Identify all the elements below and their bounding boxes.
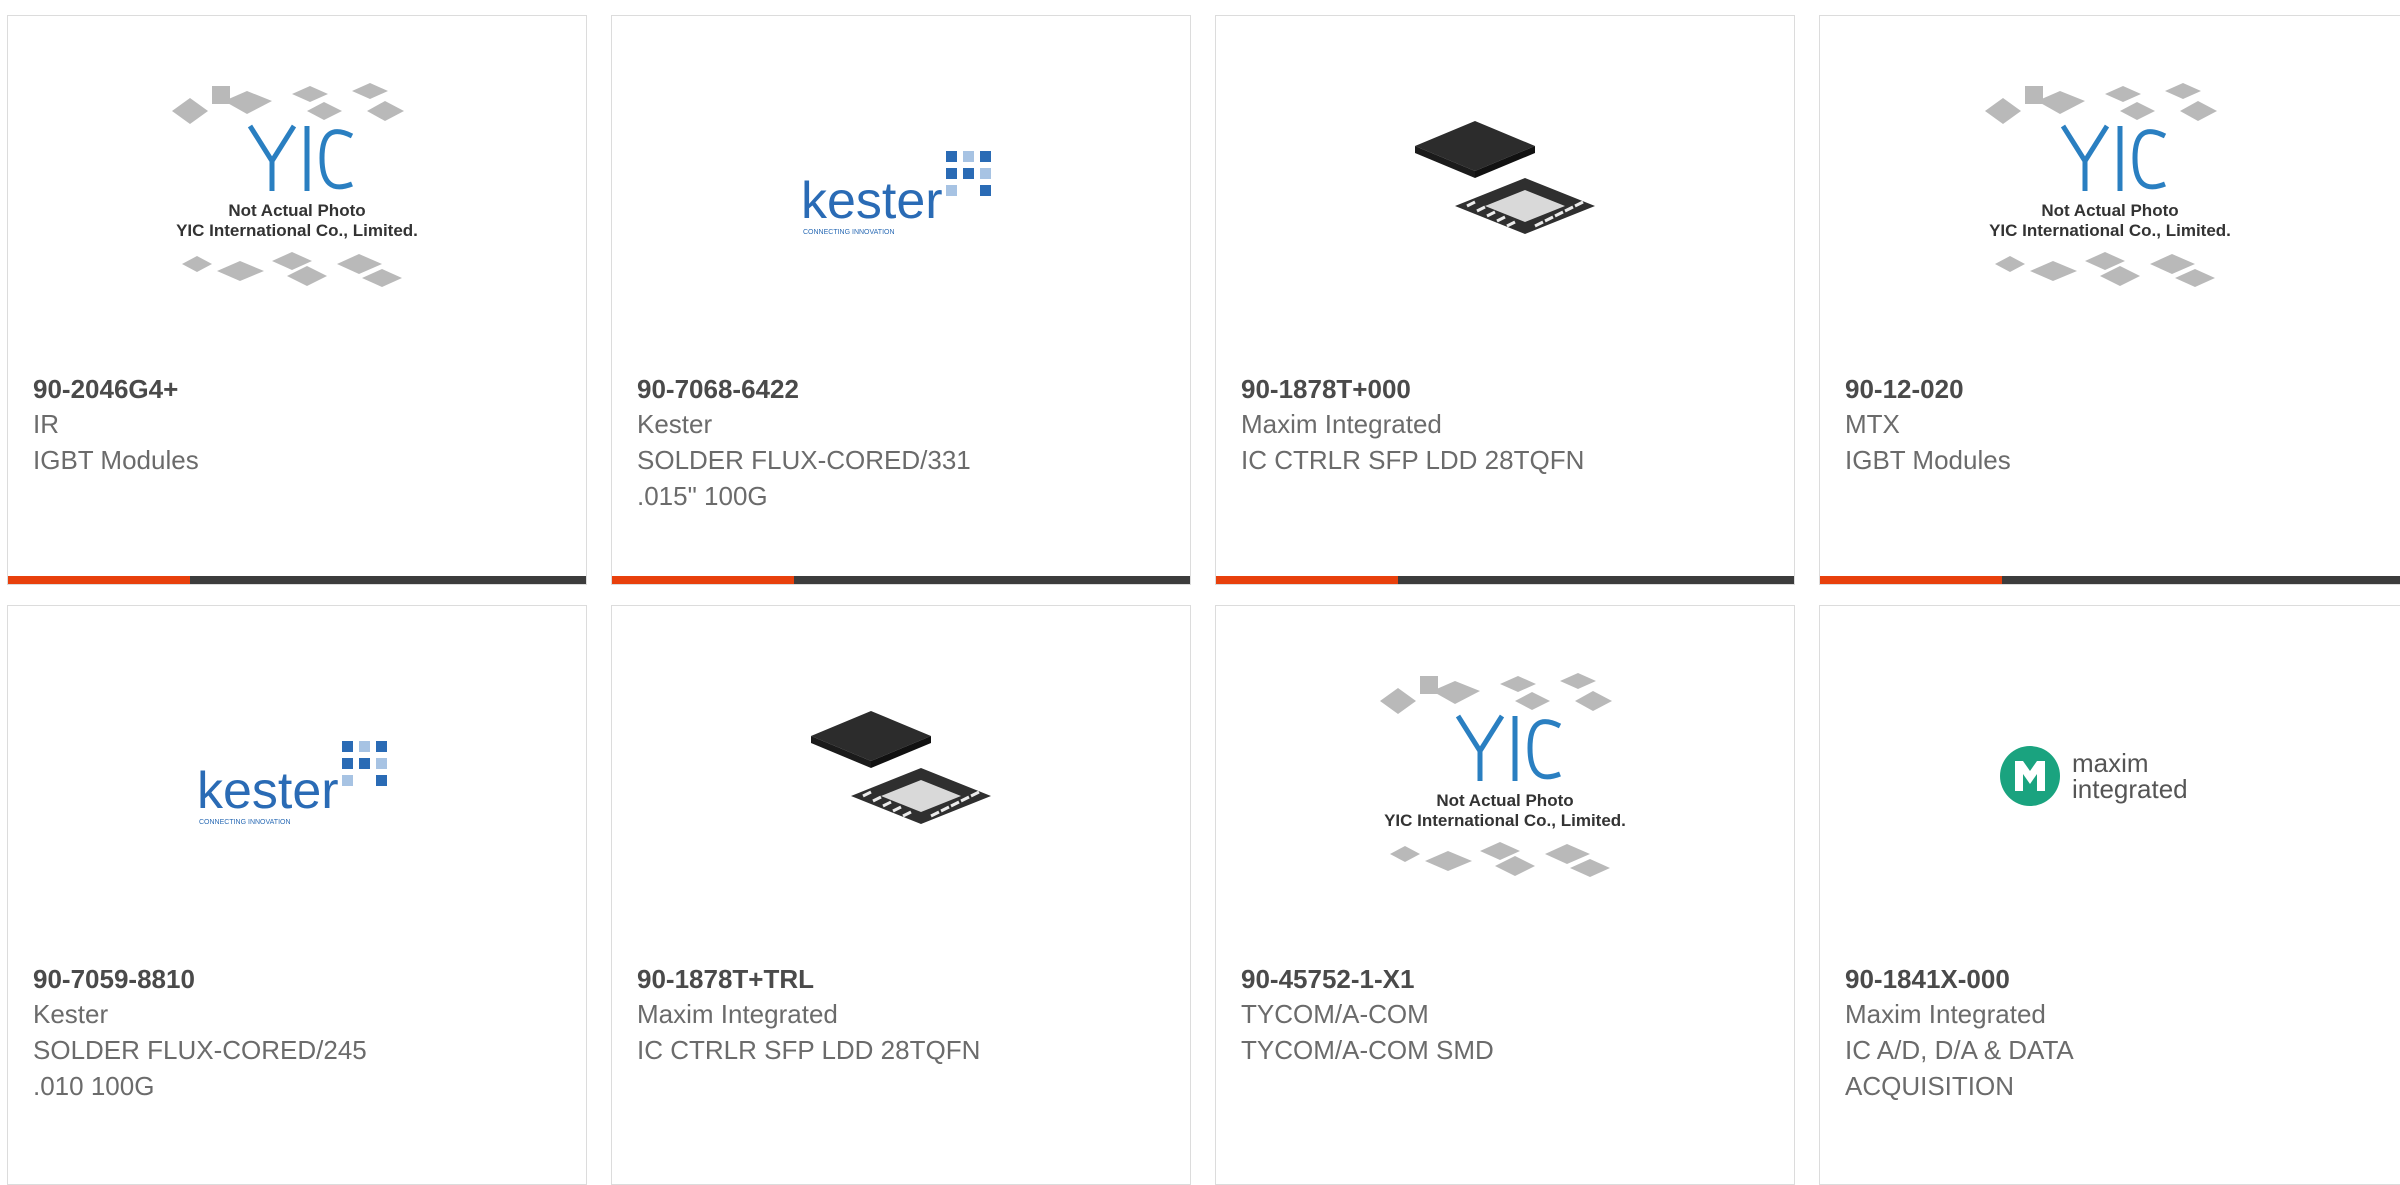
product-card[interactable]: maxim integrated 90-1841X-000 Maxim Inte…: [1819, 605, 2400, 1185]
placeholder-line2: YIC International Co., Limited.: [1989, 221, 2231, 240]
product-card[interactable]: Not Actual Photo YIC International Co., …: [1819, 15, 2400, 585]
manufacturer: MTX: [1845, 409, 1900, 439]
qfn-chip-icon: [1415, 121, 1595, 234]
kester-logo-icon: kester CONNECTING INNOVATION: [801, 151, 991, 236]
description: IGBT Modules: [1845, 445, 2011, 475]
product-card[interactable]: kester CONNECTING INNOVATION 90-7068-642…: [611, 15, 1191, 585]
part-number[interactable]: 90-45752-1-X1: [1241, 962, 1774, 996]
part-number[interactable]: 90-1841X-000: [1845, 962, 2398, 996]
part-number[interactable]: 90-1878T+TRL: [637, 962, 1170, 996]
description: IC A/D, D/A & DATA ACQUISITION: [1845, 1035, 2074, 1101]
placeholder-line1: Not Actual Photo: [1436, 791, 1573, 810]
description: TYCOM/A-COM SMD: [1241, 1035, 1494, 1065]
description: IC CTRLR SFP LDD 28TQFN: [1241, 445, 1585, 475]
placeholder-line1: Not Actual Photo: [228, 201, 365, 220]
part-number[interactable]: 90-12-020: [1845, 372, 2398, 406]
product-image[interactable]: Not Actual Photo YIC International Co., …: [8, 16, 586, 356]
yic-placeholder-icon: Not Actual Photo YIC International Co., …: [172, 83, 418, 287]
part-number[interactable]: 90-2046G4+: [33, 372, 566, 406]
description: SOLDER FLUX-CORED/331 .015" 100G: [637, 445, 971, 511]
product-image[interactable]: Not Actual Photo YIC International Co., …: [1216, 606, 1794, 946]
product-image[interactable]: kester CONNECTING INNOVATION: [8, 606, 586, 946]
product-grid: Not Actual Photo YIC International Co., …: [0, 0, 2400, 1185]
qfn-chip-icon: [811, 711, 991, 824]
manufacturer: Maxim Integrated: [1845, 999, 2046, 1029]
manufacturer: Maxim Integrated: [1241, 409, 1442, 439]
kester-tagline: CONNECTING INNOVATION: [803, 229, 895, 236]
product-card[interactable]: 90-1878T+TRL Maxim Integrated IC CTRLR S…: [611, 605, 1191, 1185]
description: IGBT Modules: [33, 445, 199, 475]
progress-bar: [612, 576, 1190, 584]
maxim-logo-icon: maxim integrated: [2000, 746, 2188, 806]
part-number[interactable]: 90-7068-6422: [637, 372, 1170, 406]
placeholder-line1: Not Actual Photo: [2041, 201, 2178, 220]
yic-placeholder-icon: Not Actual Photo YIC International Co., …: [1380, 673, 1626, 877]
progress-bar: [1820, 576, 2400, 584]
kester-wordmark: kester: [801, 172, 943, 230]
manufacturer: Maxim Integrated: [637, 999, 838, 1029]
product-image[interactable]: kester CONNECTING INNOVATION: [612, 16, 1190, 356]
placeholder-line2: YIC International Co., Limited.: [176, 221, 418, 240]
manufacturer: IR: [33, 409, 59, 439]
progress-bar-accent: [612, 576, 794, 584]
progress-bar: [1216, 576, 1794, 584]
description: SOLDER FLUX-CORED/245 .010 100G: [33, 1035, 367, 1101]
maxim-line2: integrated: [2072, 774, 2188, 804]
manufacturer: TYCOM/A-COM: [1241, 999, 1429, 1029]
manufacturer: Kester: [33, 999, 109, 1029]
kester-wordmark: kester: [197, 762, 339, 820]
product-card[interactable]: Not Actual Photo YIC International Co., …: [1215, 605, 1795, 1185]
progress-bar-accent: [1820, 576, 2002, 584]
part-number[interactable]: 90-7059-8810: [33, 962, 566, 996]
product-card[interactable]: Not Actual Photo YIC International Co., …: [7, 15, 587, 585]
description: IC CTRLR SFP LDD 28TQFN: [637, 1035, 981, 1065]
progress-bar: [8, 576, 586, 584]
manufacturer: Kester: [637, 409, 713, 439]
yic-placeholder-icon: Not Actual Photo YIC International Co., …: [1985, 83, 2231, 287]
placeholder-line2: YIC International Co., Limited.: [1384, 811, 1626, 830]
product-card[interactable]: 90-1878T+000 Maxim Integrated IC CTRLR S…: [1215, 15, 1795, 585]
kester-logo-icon: kester CONNECTING INNOVATION: [197, 741, 387, 826]
progress-bar-accent: [8, 576, 190, 584]
product-image[interactable]: [1216, 16, 1794, 356]
product-card[interactable]: kester CONNECTING INNOVATION 90-7059-881…: [7, 605, 587, 1185]
progress-bar-accent: [1216, 576, 1398, 584]
product-image[interactable]: Not Actual Photo YIC International Co., …: [1820, 16, 2400, 356]
kester-tagline: CONNECTING INNOVATION: [199, 819, 291, 826]
product-image[interactable]: maxim integrated: [1820, 606, 2400, 946]
product-image[interactable]: [612, 606, 1190, 946]
part-number[interactable]: 90-1878T+000: [1241, 372, 1774, 406]
